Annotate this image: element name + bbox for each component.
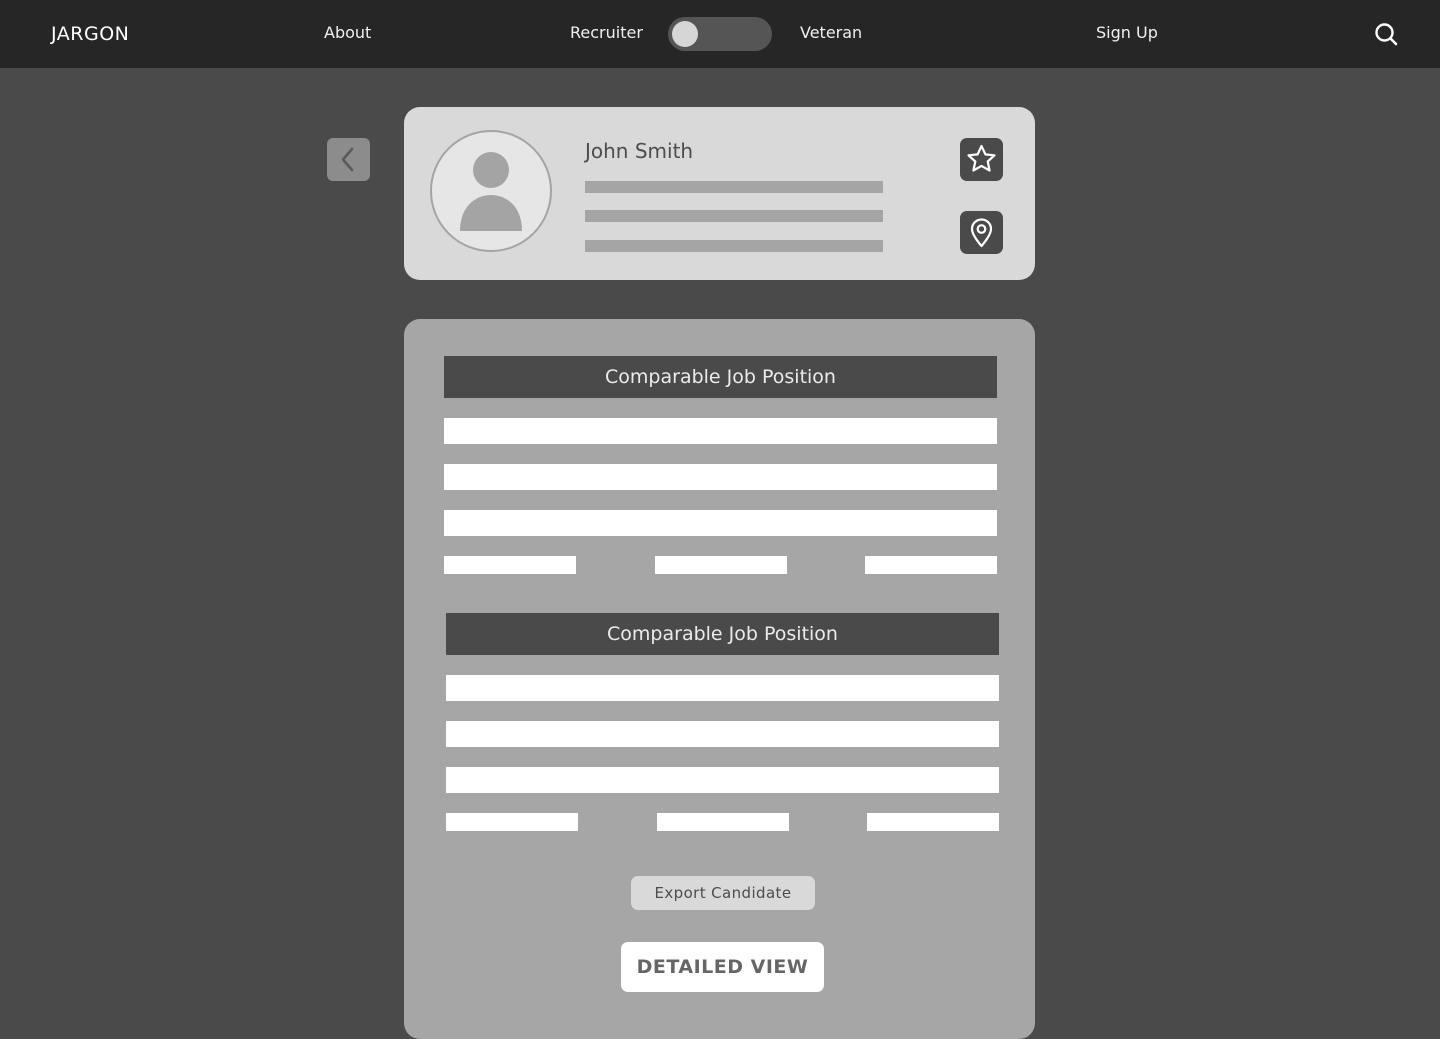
toggle-label-recruiter[interactable]: Recruiter (570, 23, 643, 43)
job-stat-placeholder (655, 556, 787, 574)
job-position-header: Comparable Job Position (444, 356, 997, 398)
export-candidate-button[interactable]: Export Candidate (631, 876, 815, 910)
search-icon[interactable] (1372, 20, 1400, 48)
job-detail-row (446, 675, 999, 701)
detailed-view-button[interactable]: DETAILED VIEW (621, 942, 824, 992)
job-detail-row (444, 464, 997, 490)
job-detail-row (446, 721, 999, 747)
location-button[interactable] (960, 211, 1003, 254)
profile-detail-line (585, 210, 883, 222)
chevron-left-icon (341, 147, 354, 172)
nav-link-about[interactable]: About (324, 23, 371, 43)
profile-detail-line (585, 240, 883, 252)
job-stat-placeholder (865, 556, 997, 574)
top-navbar: JARGON About Recruiter Veteran Sign Up (0, 0, 1440, 68)
toggle-label-veteran[interactable]: Veteran (800, 23, 862, 43)
favorite-button[interactable] (960, 138, 1003, 181)
profile-detail-line (585, 181, 883, 193)
back-button[interactable] (327, 138, 370, 181)
job-stat-placeholder (867, 813, 999, 831)
toggle-knob (672, 21, 698, 47)
job-stat-placeholder (657, 813, 789, 831)
nav-link-sign-up[interactable]: Sign Up (1096, 23, 1158, 43)
job-stat-placeholder (446, 813, 578, 831)
mode-toggle-switch[interactable] (668, 17, 772, 51)
brand-logo[interactable]: JARGON (51, 23, 129, 45)
job-detail-row (444, 418, 997, 444)
candidate-name: John Smith (585, 139, 694, 163)
star-icon (967, 144, 996, 172)
job-detail-row (444, 510, 997, 536)
map-pin-icon (970, 218, 993, 248)
job-position-header: Comparable Job Position (446, 613, 999, 655)
user-avatar-icon (460, 152, 522, 231)
job-stat-placeholder (444, 556, 576, 574)
job-position-section: Comparable Job Position (446, 613, 999, 831)
comparable-positions-panel: Comparable Job Position Comparable Job P… (404, 319, 1035, 1039)
job-position-section: Comparable Job Position (444, 356, 997, 574)
job-detail-row (446, 767, 999, 793)
candidate-profile-card: John Smith (404, 107, 1035, 280)
avatar (430, 130, 552, 252)
